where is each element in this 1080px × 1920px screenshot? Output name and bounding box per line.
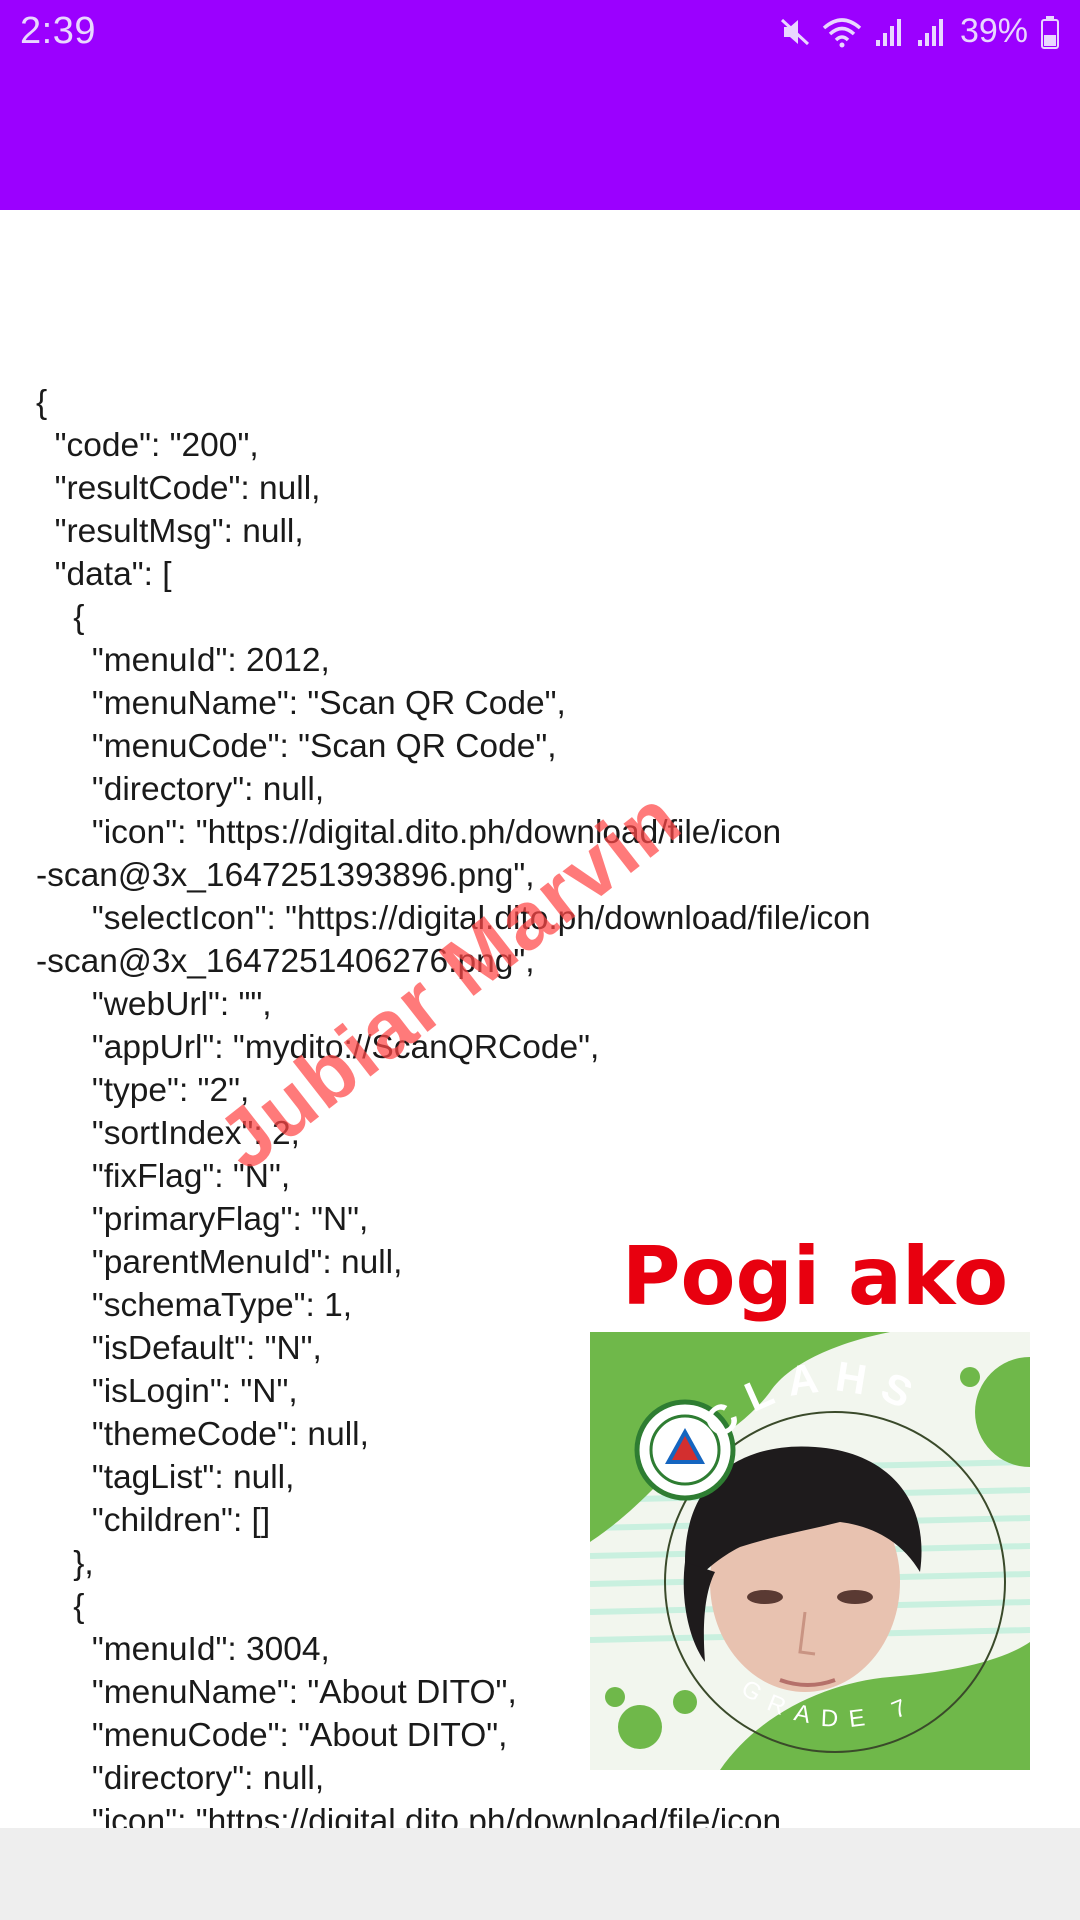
json-line: "code": "200", — [36, 427, 259, 464]
json-line: "selectIcon": "https://digital.dito.ph/d… — [36, 900, 871, 937]
sticker-photo: CLAHS GRADE 7 — [590, 1332, 1030, 1770]
json-line: "resultCode": null, — [36, 470, 321, 507]
app-bar: 2:39 39% — [0, 0, 1080, 210]
json-line: "data": [ — [36, 556, 172, 593]
json-line: "themeCode": null, — [36, 1416, 369, 1453]
battery-percent: 39% — [959, 12, 1028, 50]
json-line: "menuCode": "Scan QR Code", — [36, 728, 557, 765]
status-icons: 39% — [780, 12, 1060, 51]
json-line: { — [36, 599, 85, 636]
json-line: "fixFlag": "N", — [36, 1158, 291, 1195]
json-line: "menuCode": "About DITO", — [36, 1717, 508, 1754]
json-line: "isDefault": "N", — [36, 1330, 322, 1367]
json-line: -scan@3x_1647251406276.png", — [36, 943, 535, 980]
battery-icon — [1040, 15, 1060, 49]
signal-icon — [916, 16, 946, 48]
json-line: "isLogin": "N", — [36, 1373, 298, 1410]
json-line: { — [36, 384, 48, 421]
json-line: "icon": "https://digital.dito.ph/downloa… — [36, 814, 782, 851]
mute-icon — [780, 16, 810, 48]
status-bar: 2:39 39% — [0, 0, 1080, 66]
json-line: "webUrl": "", — [36, 986, 272, 1023]
json-line: }, — [36, 1545, 94, 1582]
signal-icon — [874, 16, 904, 48]
json-line: { — [36, 1588, 85, 1625]
json-line: "directory": null, — [36, 1760, 325, 1797]
json-line: "directory": null, — [36, 771, 325, 808]
json-line: "menuId": 2012, — [36, 642, 330, 679]
wifi-icon — [822, 16, 862, 48]
json-line: -scan@3x_1647251393896.png", — [36, 857, 535, 894]
json-line: "primaryFlag": "N", — [36, 1201, 369, 1238]
json-line: "menuId": 3004, — [36, 1631, 330, 1668]
json-line: "resultMsg": null, — [36, 513, 304, 550]
json-line: "menuName": "About DITO", — [36, 1674, 517, 1711]
json-line: "children": [] — [36, 1502, 271, 1539]
json-line: "schemaType": 1, — [36, 1287, 353, 1324]
json-line: "tagList": null, — [36, 1459, 295, 1496]
bottom-navigation-bar — [0, 1828, 1080, 1920]
json-line: "sortIndex": 2, — [36, 1115, 300, 1152]
json-line: "menuName": "Scan QR Code", — [36, 685, 566, 722]
status-time: 2:39 — [20, 10, 96, 52]
json-line: "appUrl": "mydito://ScanQRCode", — [36, 1029, 600, 1066]
json-line: "parentMenuId": null, — [36, 1244, 403, 1281]
json-line: "type": "2", — [36, 1072, 250, 1109]
sticker-caption: Pogi ako — [621, 1230, 1009, 1323]
